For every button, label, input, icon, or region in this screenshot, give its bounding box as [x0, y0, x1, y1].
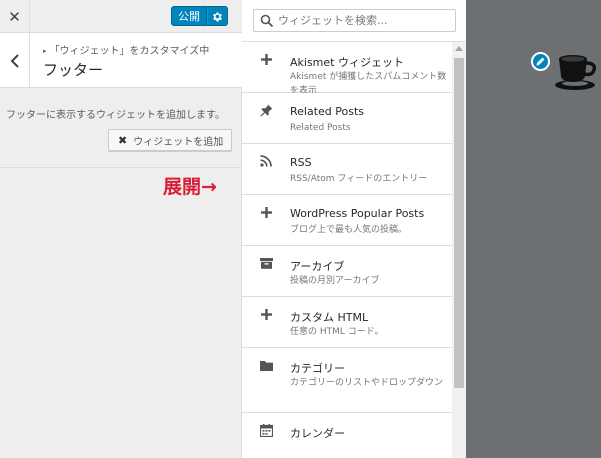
chevron-left-icon — [10, 53, 19, 68]
search-icon — [260, 14, 274, 28]
publish-button[interactable]: 公開 — [171, 6, 207, 26]
close-customizer-button[interactable]: ✕ — [0, 0, 30, 33]
plus-icon — [259, 205, 273, 219]
divider — [0, 167, 242, 168]
widget-item-akismet[interactable]: Akismet ウィジェット Akismet が捕獲したスパムコメント数を表示 — [242, 42, 452, 96]
widget-title: WordPress Popular Posts — [290, 207, 425, 220]
scrollbar-thumb[interactable] — [454, 58, 464, 388]
sidebar-description: フッターに表示するウィジェットを追加します。 — [6, 110, 225, 121]
widget-item-related-posts[interactable]: Related Posts Related Posts — [242, 93, 452, 144]
add-widget-label: ウィジェットを追加 — [133, 136, 224, 148]
close-icon: ✕ — [8, 7, 21, 26]
widget-search-bar — [242, 0, 466, 42]
widget-item-wordpress-popular-posts[interactable]: WordPress Popular Posts ブログ上で最も人気の投稿。 — [242, 195, 452, 246]
rss-icon — [259, 154, 273, 168]
calendar-icon — [259, 423, 273, 437]
breadcrumb: ▸ 「ウィジェット」をカスタマイズ中 — [43, 42, 209, 57]
caret-right-icon: ▸ — [43, 47, 47, 55]
widget-item-rss[interactable]: RSS RSS/Atom フィードのエントリー — [242, 144, 452, 195]
close-icon: ✖ — [118, 133, 128, 147]
widget-description: RSS/Atom フィードのエントリー — [290, 174, 428, 184]
annotation-expand: 展開→ — [163, 176, 217, 198]
widget-description: カテゴリーのリストやドロップダウン — [290, 378, 444, 388]
scroll-up-arrow-icon[interactable] — [455, 46, 463, 51]
gear-icon — [213, 11, 222, 22]
widget-description: 投稿の月別アーカイブ — [290, 276, 380, 286]
section-title: フッター — [43, 61, 104, 79]
widget-item-archive[interactable]: アーカイブ 投稿の月別アーカイブ — [242, 246, 452, 297]
archive-icon — [259, 256, 273, 270]
widget-title: Related Posts — [290, 105, 365, 118]
available-widgets-panel: Akismet ウィジェット Akismet が捕獲したスパムコメント数を表示 … — [242, 0, 466, 458]
widget-item-custom-html[interactable]: カスタム HTML 任意の HTML コード。 — [242, 297, 452, 348]
widget-description: 任意の HTML コード。 — [290, 327, 384, 337]
site-preview — [467, 0, 601, 458]
widget-description: Related Posts — [290, 123, 351, 133]
widget-item-categories[interactable]: カテゴリー カテゴリーのリストやドロップダウン — [242, 348, 452, 413]
publish-settings-button[interactable] — [207, 6, 228, 26]
widget-title: カテゴリー — [290, 362, 345, 375]
widget-search-input[interactable] — [278, 11, 452, 30]
widget-title: アーカイブ — [290, 260, 345, 273]
search-box — [253, 9, 456, 32]
breadcrumb-text: 「ウィジェット」をカスタマイズ中 — [49, 46, 210, 57]
widget-list: Akismet ウィジェット Akismet が捕獲したスパムコメント数を表示 … — [242, 42, 452, 458]
widget-title: RSS — [290, 156, 312, 169]
back-button[interactable] — [0, 33, 30, 88]
plus-icon — [259, 307, 273, 321]
widget-list-scrollbar[interactable] — [452, 42, 466, 458]
customizer-sidebar: ✕ 公開 ▸ 「ウィジェット」をカスタマイズ中 フッター フッターに表示するウィジ… — [0, 0, 242, 458]
plus-icon — [259, 52, 273, 66]
section-header: ▸ 「ウィジェット」をカスタマイズ中 フッター — [0, 33, 242, 88]
add-widget-button[interactable]: ✖ ウィジェットを追加 — [108, 129, 232, 151]
widget-title: Akismet ウィジェット — [290, 56, 404, 69]
folder-icon — [259, 358, 273, 372]
pin-icon — [259, 103, 273, 117]
widget-item-calendar[interactable]: カレンダー — [242, 413, 452, 458]
coffee-cup-icon — [555, 55, 597, 90]
widget-description: ブログ上で最も人気の投稿。 — [290, 225, 408, 235]
pencil-icon — [536, 57, 545, 66]
customizer-header: ✕ 公開 — [0, 0, 242, 33]
edit-shortcut-button[interactable] — [531, 52, 550, 71]
publish-label: 公開 — [178, 10, 200, 23]
widget-title: カレンダー — [290, 427, 345, 440]
widget-title: カスタム HTML — [290, 311, 369, 324]
